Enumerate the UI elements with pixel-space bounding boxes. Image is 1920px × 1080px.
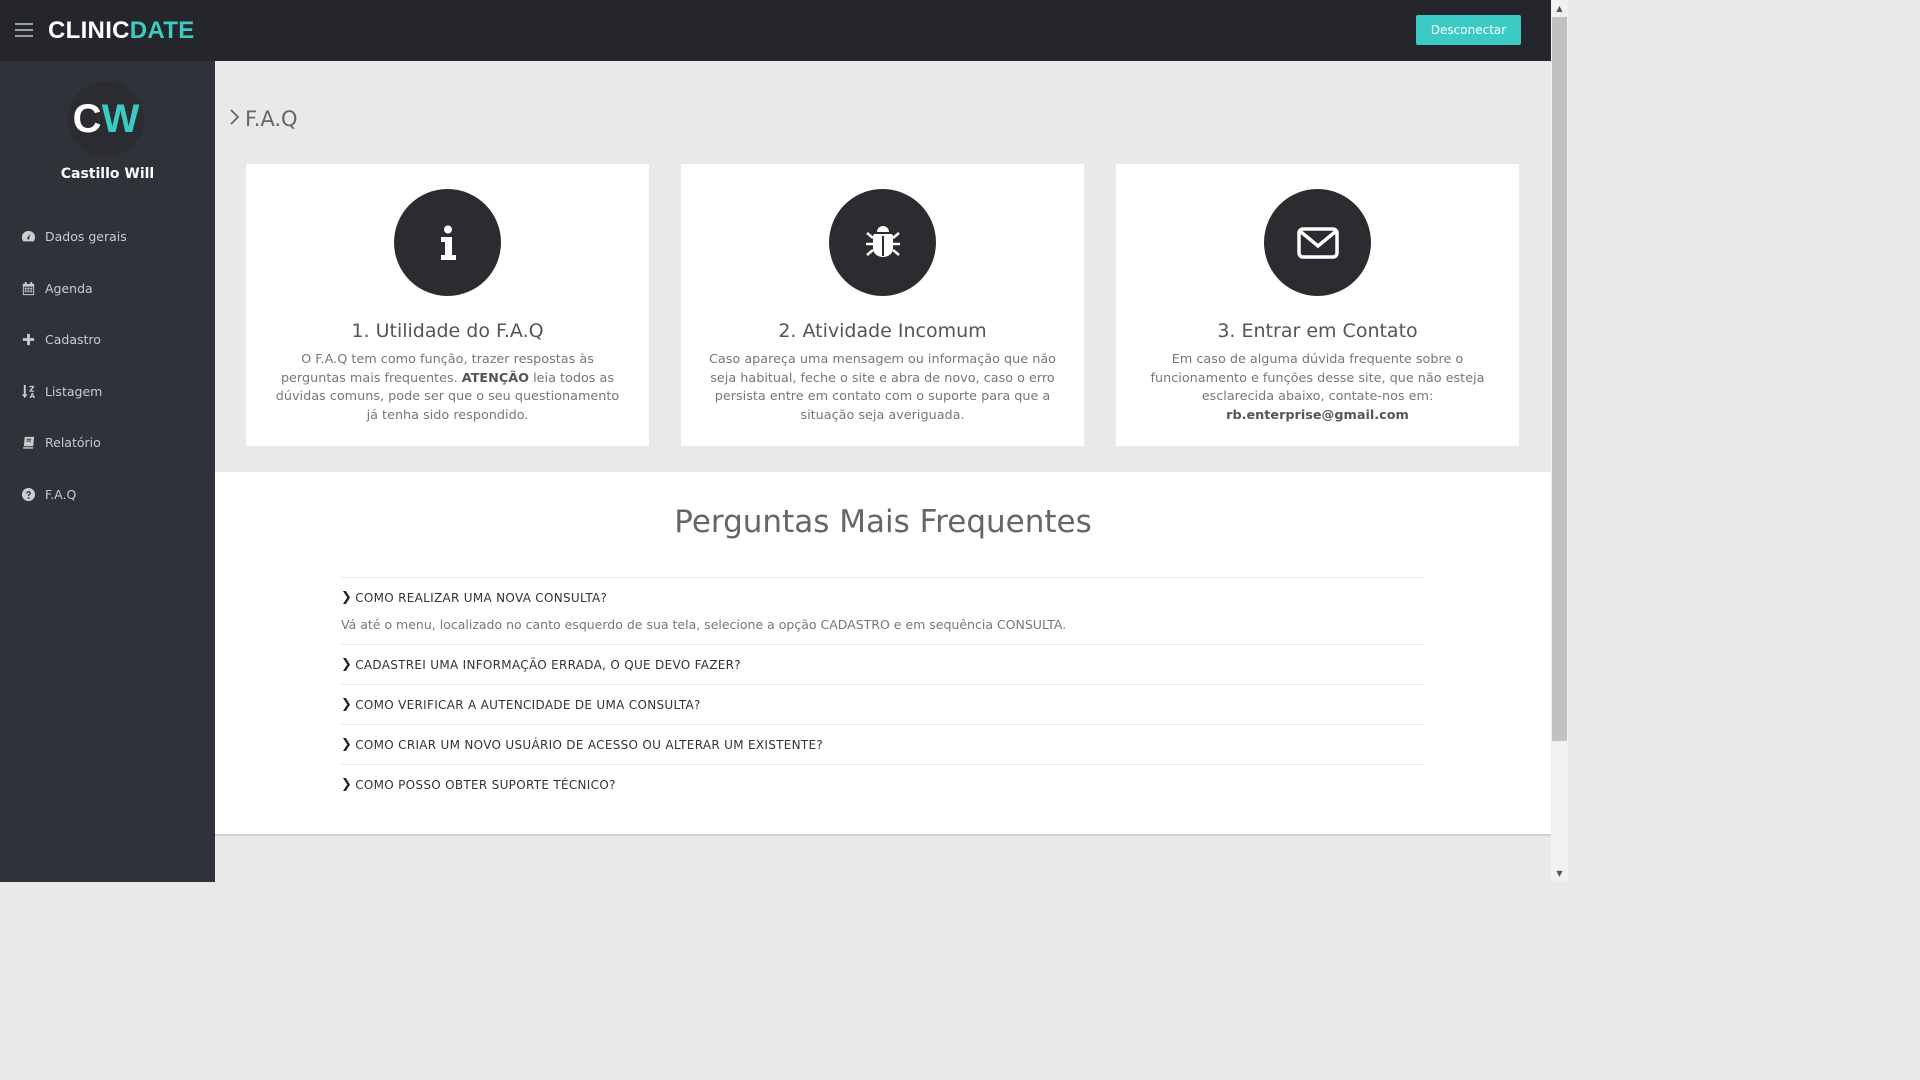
chevron-right-icon: ❯ — [341, 590, 353, 605]
faq-question[interactable]: ❯ COMO POSSO OBTER SUPORTE TÉCNICO? — [341, 765, 1424, 804]
faq-item: ❯ COMO VERIFICAR A AUTENCIDADE DE UMA CO… — [341, 684, 1424, 724]
faq-question[interactable]: ❯ COMO VERIFICAR A AUTENCIDADE DE UMA CO… — [341, 685, 1424, 724]
faq-question-text: COMO REALIZAR UMA NOVA CONSULTA? — [355, 590, 608, 605]
faq-item: ❯ CADASTREI UMA INFORMAÇÃO ERRADA, O QUE… — [341, 644, 1424, 684]
faq-title: Perguntas Mais Frequentes — [674, 504, 1092, 540]
sidebar-item-label: Cadastro — [45, 332, 101, 348]
faq-panel: Perguntas Mais Frequentes ❯ COMO REALIZA… — [215, 472, 1551, 836]
chevron-right-icon: ❯ — [341, 737, 353, 752]
sidebar-item-label: Dados gerais — [45, 229, 127, 245]
faq-question[interactable]: ❯ COMO CRIAR UM NOVO USUÁRIO DE ACESSO O… — [341, 725, 1424, 764]
scroll-up-arrow-icon[interactable]: ▲ — [1551, 0, 1568, 17]
page-title: F.A.Q — [245, 107, 298, 131]
card-text: Caso apareça uma mensagem ou informação … — [708, 352, 1056, 424]
faq-item: ❯ COMO CRIAR UM NOVO USUÁRIO DE ACESSO O… — [341, 724, 1424, 764]
sidebar-item-agenda[interactable]: Agenda — [0, 263, 215, 315]
breadcrumb: F.A.Q — [229, 107, 298, 131]
brand-text-part1: CLINIC — [48, 17, 130, 44]
faq-question[interactable]: ❯ COMO REALIZAR UMA NOVA CONSULTA? — [341, 578, 1424, 617]
hamburger-menu-icon[interactable] — [15, 23, 33, 37]
logout-button[interactable]: Desconectar — [1416, 15, 1521, 45]
sidebar-item-dados-gerais[interactable]: Dados gerais — [0, 211, 215, 263]
book-icon — [20, 435, 36, 451]
main-content: F.A.Q 1. Utilidade do F.A.Q O F.A.Q tem … — [215, 61, 1551, 882]
sidebar-item-label: Listagem — [45, 383, 103, 399]
scrollbar-thumb[interactable] — [1552, 17, 1567, 741]
faq-question-text: COMO VERIFICAR A AUTENCIDADE DE UMA CONS… — [355, 697, 701, 712]
avatar-initial-2: W — [101, 97, 140, 141]
sort-alpha-icon — [20, 383, 36, 399]
chevron-right-icon: ❯ — [341, 777, 353, 792]
envelope-icon — [1264, 189, 1371, 296]
info-icon — [394, 189, 501, 296]
calendar-icon — [20, 280, 36, 296]
faq-list: ❯ COMO REALIZAR UMA NOVA CONSULTA? Vá at… — [341, 577, 1424, 804]
card-text-bold: ATENÇÃO — [461, 370, 530, 386]
card-title: 1. Utilidade do F.A.Q — [351, 320, 544, 342]
card-title: 2. Atividade Incomum — [778, 320, 987, 342]
plus-icon — [20, 332, 36, 348]
contact-email[interactable]: rb.enterprise@gmail.com — [1226, 408, 1409, 423]
brand-text-part2: DATE — [129, 17, 195, 44]
bug-icon — [829, 189, 936, 296]
avatar: CW — [70, 83, 142, 155]
dashboard-icon — [20, 229, 36, 245]
faq-question-text: COMO POSSO OBTER SUPORTE TÉCNICO? — [355, 777, 616, 792]
sidebar: CW Castillo Will Dados gerais Agenda Cad… — [0, 61, 215, 882]
sidebar-item-listagem[interactable]: Listagem — [0, 366, 215, 418]
info-card-contato: 3. Entrar em Contato Em caso de alguma d… — [1116, 164, 1519, 446]
info-card-atividade: 2. Atividade Incomum Caso apareça uma me… — [681, 164, 1084, 446]
faq-question-text: COMO CRIAR UM NOVO USUÁRIO DE ACESSO OU … — [355, 737, 824, 752]
top-navbar: CLINICDATE Desconectar — [0, 0, 1551, 61]
sidebar-item-label: Relatório — [45, 435, 101, 451]
chevron-right-icon: ❯ — [341, 657, 353, 672]
faq-question-text: CADASTREI UMA INFORMAÇÃO ERRADA, O QUE D… — [355, 657, 741, 672]
sidebar-item-label: Agenda — [45, 280, 93, 296]
sidebar-item-cadastro[interactable]: Cadastro — [0, 314, 215, 366]
card-text: O F.A.Q tem como função, trazer resposta… — [275, 352, 620, 424]
card-title: 3. Entrar em Contato — [1217, 320, 1418, 342]
sidebar-item-label: F.A.Q — [45, 486, 77, 502]
question-circle-icon — [20, 486, 36, 502]
sidebar-item-relatorio[interactable]: Relatório — [0, 417, 215, 469]
info-card-utilidade: 1. Utilidade do F.A.Q O F.A.Q tem como f… — [246, 164, 649, 446]
brand-logo[interactable]: CLINICDATE — [48, 17, 195, 45]
scroll-down-arrow-icon[interactable]: ▼ — [1551, 865, 1568, 882]
faq-answer: Vá até o menu, localizado no canto esque… — [341, 617, 1067, 632]
faq-item: ❯ COMO REALIZAR UMA NOVA CONSULTA? Vá at… — [341, 577, 1424, 644]
avatar-initial-1: C — [72, 97, 102, 141]
faq-item: ❯ COMO POSSO OBTER SUPORTE TÉCNICO? — [341, 764, 1424, 804]
card-text: Em caso de alguma dúvida frequente sobre… — [1150, 352, 1485, 424]
chevron-right-icon: ❯ — [341, 697, 353, 712]
user-name: Castillo Will — [60, 166, 155, 182]
sidebar-nav: Dados gerais Agenda Cadastro Listagem Re… — [0, 211, 215, 520]
sidebar-item-faq[interactable]: F.A.Q — [0, 469, 215, 521]
faq-question[interactable]: ❯ CADASTREI UMA INFORMAÇÃO ERRADA, O QUE… — [341, 645, 1424, 684]
chevron-right-icon — [229, 108, 240, 130]
